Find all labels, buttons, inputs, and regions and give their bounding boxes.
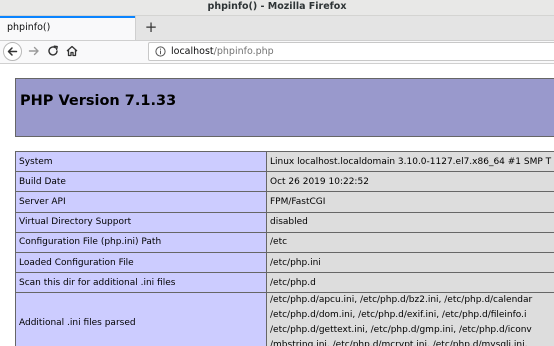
back-arrow-icon bbox=[7, 47, 18, 56]
page-title: PHP Version 7.1.33 bbox=[20, 93, 177, 109]
row-value: /etc bbox=[266, 231, 554, 253]
row-value: Oct 26 2019 10:22:52 bbox=[266, 171, 554, 193]
row-label: Build Date bbox=[15, 171, 267, 193]
window-title: phpinfo() - Mozilla Firefox bbox=[207, 1, 347, 12]
url-text: localhost/phpinfo.php bbox=[171, 46, 274, 57]
row-value: FPM/FastCGI bbox=[266, 191, 554, 213]
table-row: Virtual Directory Support disabled bbox=[15, 211, 554, 233]
new-tab-button[interactable]: + bbox=[143, 19, 159, 35]
url-bar[interactable]: localhost/phpinfo.php bbox=[148, 42, 554, 61]
forward-arrow-icon[interactable] bbox=[27, 44, 41, 58]
row-value: /etc/php.d/apcu.ini, /etc/php.d/bz2.ini,… bbox=[266, 292, 554, 346]
back-button[interactable] bbox=[3, 42, 22, 61]
row-label: Additional .ini files parsed bbox=[15, 292, 267, 346]
table-row: Scan this dir for additional .ini files /… bbox=[15, 272, 554, 294]
info-icon[interactable] bbox=[155, 46, 166, 57]
row-label: System bbox=[15, 150, 267, 173]
ini-file-line: /etc/php.d/gettext.ini, /etc/php.d/gmp.i… bbox=[270, 325, 532, 336]
ini-file-line: /mbstring.ini, /etc/php.d/mcrypt.ini, /e… bbox=[270, 340, 528, 346]
row-label: Loaded Configuration File bbox=[15, 251, 267, 274]
row-value: disabled bbox=[266, 211, 554, 233]
table-row: System Linux localhost.localdomain 3.10.0… bbox=[15, 150, 554, 173]
table-row: Build Date Oct 26 2019 10:22:52 bbox=[15, 171, 554, 193]
phpinfo-table: System Linux localhost.localdomain 3.10.0… bbox=[15, 150, 554, 346]
reload-icon[interactable] bbox=[46, 44, 60, 58]
url-host: localhost bbox=[171, 46, 214, 57]
table-row: Server API FPM/FastCGI bbox=[15, 191, 554, 213]
row-value: /etc/php.ini bbox=[266, 251, 554, 274]
table-row: Configuration File (php.ini) Path/etc bbox=[15, 231, 554, 253]
tab-phpinfo[interactable]: phpinfo() bbox=[0, 16, 136, 40]
tab-label: phpinfo() bbox=[7, 22, 51, 33]
row-label: Configuration File (php.ini) Path bbox=[15, 231, 267, 253]
active-tab-indicator bbox=[0, 16, 135, 18]
home-icon[interactable] bbox=[65, 44, 79, 58]
window-titlebar: phpinfo() - Mozilla Firefox bbox=[0, 0, 554, 16]
navigation-toolbar: localhost/phpinfo.php bbox=[0, 41, 554, 64]
row-label: Virtual Directory Support bbox=[15, 211, 267, 233]
php-version-header: PHP Version 7.1.33 bbox=[15, 78, 554, 137]
tab-strip: phpinfo() + bbox=[0, 16, 554, 41]
page-content: PHP Version 7.1.33 System Linux localhost… bbox=[0, 64, 554, 346]
row-label: Scan this dir for additional .ini files bbox=[15, 272, 267, 294]
url-path: /phpinfo.php bbox=[213, 46, 274, 57]
table-row: Additional .ini files parsed/etc/php.d/a… bbox=[15, 292, 554, 346]
row-label: Server API bbox=[15, 191, 267, 213]
row-value: Linux localhost.localdomain 3.10.0-1127.… bbox=[266, 150, 554, 173]
table-row: Loaded Configuration File/etc/php.ini bbox=[15, 251, 554, 274]
ini-file-line: /etc/php.d/apcu.ini, /etc/php.d/bz2.ini,… bbox=[270, 295, 533, 306]
row-value: /etc/php.d bbox=[266, 272, 554, 294]
ini-file-line: /etc/php.d/dom.ini, /etc/php.d/exif.ini,… bbox=[270, 310, 527, 321]
